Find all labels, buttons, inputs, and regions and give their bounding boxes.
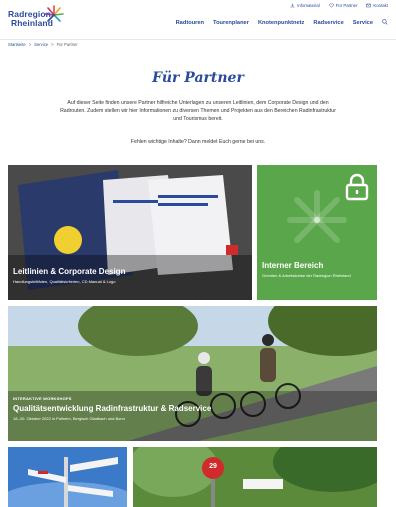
breadcrumb-service[interactable]: Service — [34, 42, 48, 47]
nav-knotenpunktnetz[interactable]: Knotenpunktnetz — [258, 20, 304, 26]
intro-text: Auf dieser Seite finden unsere Partner h… — [60, 100, 336, 123]
nav-radservice[interactable]: Radservice — [313, 20, 343, 26]
toplink-label: Für Partner — [335, 3, 358, 8]
toplink-partner[interactable]: Für Partner — [329, 3, 358, 8]
tile-subtitle: 18.-20. Oktober 2022 in Pulheim, Bergisc… — [13, 416, 125, 421]
lock-icon — [345, 173, 369, 201]
toplink-label: Kontakt — [373, 3, 388, 8]
tile-image-knotenpunkt — [133, 447, 377, 507]
breadcrumb-separator: > — [51, 42, 54, 47]
tile-subtitle: Gremien & Arbeitskreise der Radregion Rh… — [262, 273, 351, 278]
utility-nav: Infomaterial Für Partner Kontakt — [290, 3, 388, 8]
main-nav: Radtouren Tourenplaner Knotenpunktnetz R… — [176, 19, 388, 27]
nav-service[interactable]: Service — [353, 20, 373, 26]
tile-title: Interner Bereich — [262, 261, 324, 270]
contact-prompt: Fehlen wichtige Inhalte? Dann meldet Euc… — [130, 139, 266, 145]
breadcrumb: Startseite > Service > Für Partner — [8, 42, 78, 47]
site-logo[interactable]: Radregion Rheinland — [8, 5, 68, 35]
tile-signposts[interactable] — [8, 447, 127, 507]
toplink-kontakt[interactable]: Kontakt — [366, 3, 388, 8]
nav-tourenplaner[interactable]: Tourenplaner — [213, 20, 249, 26]
tile-title: Qualitätsentwicklung Radinfrastruktur & … — [13, 404, 212, 413]
toplink-infomaterial[interactable]: Infomaterial — [290, 3, 320, 8]
tile-leitlinien[interactable]: Leitlinien & Corporate Design Handlungsl… — [8, 165, 252, 300]
tile-caption: Interner Bereich Gremien & Arbeitskreise… — [262, 261, 362, 279]
tile-title: Leitlinien & Corporate Design — [13, 267, 126, 276]
tile-knotenpunkt[interactable]: 29 — [133, 447, 377, 507]
tile-subtitle: Handlungsleitfäden, Qualitätskriterien, … — [13, 279, 116, 284]
page-title: Für Partner — [152, 70, 244, 86]
tile-caption: Leitlinien & Corporate Design Handlungsl… — [13, 267, 125, 285]
tile-image-signposts — [8, 447, 127, 507]
download-icon — [290, 3, 295, 8]
mail-icon — [366, 3, 372, 8]
breadcrumb-current: Für Partner — [56, 42, 78, 47]
heart-icon — [329, 3, 334, 8]
knotenpunkt-number: 29 — [209, 463, 217, 470]
tile-caption: Interaktive Workshops Qualitätsentwicklu… — [13, 396, 211, 422]
tile-kicker: Interaktive Workshops — [13, 396, 72, 401]
tile-interner-bereich[interactable]: Interner Bereich Gremien & Arbeitskreise… — [257, 165, 377, 300]
search-button[interactable] — [382, 19, 388, 27]
toplink-label: Infomaterial — [297, 3, 320, 8]
breadcrumb-separator: > — [28, 42, 32, 47]
search-icon — [382, 19, 388, 25]
tile-workshops[interactable]: Interaktive Workshops Qualitätsentwicklu… — [8, 306, 377, 441]
header: Radregion Rheinland Infomaterial Für Par… — [0, 0, 396, 40]
nav-radtouren[interactable]: Radtouren — [176, 20, 204, 26]
breadcrumb-home[interactable]: Startseite — [8, 42, 26, 47]
logo-star-icon — [44, 5, 64, 22]
